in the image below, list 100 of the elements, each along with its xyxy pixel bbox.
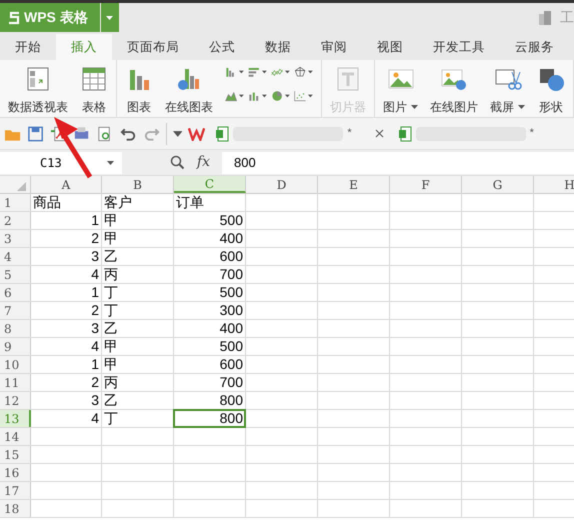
table-cell-text: 丙 xyxy=(104,265,118,284)
table-cell-text: 4 xyxy=(91,409,99,428)
spreadsheet-file-icon xyxy=(398,126,412,142)
table-cell-text: 2 xyxy=(91,301,99,320)
table-cell-text: 800 xyxy=(220,391,243,410)
table-cell-text: 商品 xyxy=(33,193,61,212)
row-header[interactable]: 2 xyxy=(0,212,31,229)
column-header[interactable]: F xyxy=(390,176,462,193)
table-cell-text: 丁 xyxy=(104,409,118,428)
modified-mark: * xyxy=(347,126,352,142)
table-cell-text: 2 xyxy=(91,229,99,248)
row-header[interactable]: 13 xyxy=(0,410,31,427)
ribbon-tab[interactable]: 公式 xyxy=(194,34,250,60)
ribbon-tab[interactable]: 视图 xyxy=(362,34,418,60)
column-header[interactable]: G xyxy=(462,176,534,193)
table-cell-text: 400 xyxy=(220,229,243,248)
row-header[interactable]: 12 xyxy=(0,392,31,409)
caret-icon xyxy=(308,94,313,98)
caret-icon xyxy=(262,70,267,74)
corner-triangle-icon xyxy=(17,182,26,191)
table-cell-text: 2 xyxy=(91,373,99,392)
column-header[interactable]: D xyxy=(246,176,318,193)
scatter-chart-icon[interactable] xyxy=(294,88,306,104)
ribbon-button[interactable]: 截屏 xyxy=(486,60,529,116)
row-header[interactable]: 6 xyxy=(0,284,31,301)
ribbon-tab[interactable]: 数据 xyxy=(250,34,306,60)
row-header[interactable]: 16 xyxy=(0,464,31,481)
caret-icon xyxy=(239,70,244,74)
caret-icon xyxy=(308,70,313,74)
w-logo-icon[interactable] xyxy=(188,126,206,140)
shapes-icon xyxy=(537,66,565,92)
table-cell-text: 丁 xyxy=(104,283,118,302)
ribbon-button[interactable]: 图表 xyxy=(121,60,157,116)
ribbon-button[interactable]: 形状 xyxy=(533,60,569,116)
table-cell-text: 甲 xyxy=(104,337,118,356)
row-header[interactable]: 1 xyxy=(0,194,31,211)
ribbon-tab[interactable]: 开发工具 xyxy=(418,34,500,60)
ribbon-button[interactable]: 图片 xyxy=(379,60,422,116)
table-cell-text: 3 xyxy=(91,319,99,338)
table-cell-text: 700 xyxy=(220,373,243,392)
title-text: 工 xyxy=(560,8,574,27)
table-cell-text: 600 xyxy=(220,355,243,374)
column-header[interactable]: A xyxy=(31,176,102,193)
ribbon-tab[interactable]: 页面布局 xyxy=(112,34,194,60)
row-header[interactable]: 9 xyxy=(0,338,31,355)
row-header[interactable]: 17 xyxy=(0,482,31,499)
column-header[interactable]: C xyxy=(174,176,246,193)
ribbon-tab[interactable]: 审阅 xyxy=(306,34,362,60)
name-box[interactable]: C13 xyxy=(0,152,122,174)
table-cell-text: 300 xyxy=(220,301,243,320)
table-cell-text: 500 xyxy=(220,283,243,302)
table-cell-text: 乙 xyxy=(104,247,118,266)
table-cell-text: 4 xyxy=(91,337,99,356)
document-icon[interactable] xyxy=(538,10,552,26)
caret-icon[interactable] xyxy=(172,130,182,136)
row-header[interactable]: 15 xyxy=(0,446,31,463)
ribbon-tab[interactable]: 插入 xyxy=(56,34,112,60)
ribbon-tab[interactable]: 云服务 xyxy=(500,34,569,60)
table-cell-text: 500 xyxy=(220,211,243,230)
caret-icon xyxy=(285,94,290,98)
function-button[interactable]: fx xyxy=(196,152,210,173)
table-cell-text: 3 xyxy=(91,391,99,410)
save-icon[interactable] xyxy=(27,124,44,142)
row-header[interactable]: 10 xyxy=(0,356,31,373)
table-cell-text: 600 xyxy=(220,247,243,266)
table-cell-text: 丁 xyxy=(104,301,118,320)
row-header[interactable]: 18 xyxy=(0,500,31,517)
app-logo-icon xyxy=(8,10,20,24)
document-tab[interactable]: * xyxy=(394,120,570,146)
column-header[interactable]: E xyxy=(318,176,390,193)
row-header[interactable]: 3 xyxy=(0,230,31,247)
ribbon-button[interactable]: 在线图表 xyxy=(161,60,217,116)
modified-mark: * xyxy=(530,126,534,142)
row-header[interactable]: 14 xyxy=(0,428,31,445)
row-header[interactable]: 7 xyxy=(0,302,31,319)
ribbon-button[interactable]: 表格 xyxy=(76,60,112,116)
document-tab[interactable]: * xyxy=(211,120,388,146)
table-cell-text: 700 xyxy=(220,265,243,284)
ribbon-button[interactable]: 数据透视表 xyxy=(4,60,72,116)
ribbon-tab[interactable]: 开始 xyxy=(0,34,56,60)
table-cell-text: 800 xyxy=(220,409,243,428)
caret-icon xyxy=(106,16,114,20)
search-icon[interactable] xyxy=(170,155,185,170)
table-cell-text: 丙 xyxy=(104,373,118,392)
table-cell-text: 400 xyxy=(220,319,243,338)
row-header[interactable]: 11 xyxy=(0,374,31,391)
row-header[interactable]: 8 xyxy=(0,320,31,337)
row-header[interactable]: 4 xyxy=(0,248,31,265)
formula-input[interactable]: 800 xyxy=(222,152,574,174)
row-header[interactable]: 5 xyxy=(0,266,31,283)
close-icon[interactable] xyxy=(374,129,384,138)
column-header[interactable]: H xyxy=(534,176,574,193)
table-cell-text: 乙 xyxy=(104,391,118,410)
ribbon-button[interactable]: 在线图片 xyxy=(426,60,482,116)
caret-icon xyxy=(107,160,114,164)
table-cell-text: 乙 xyxy=(104,319,118,338)
app-dropdown-button[interactable] xyxy=(100,3,119,32)
table-cell-text: 3 xyxy=(91,247,99,266)
caret-icon xyxy=(262,94,267,98)
table-cell-text: 500 xyxy=(220,337,243,356)
